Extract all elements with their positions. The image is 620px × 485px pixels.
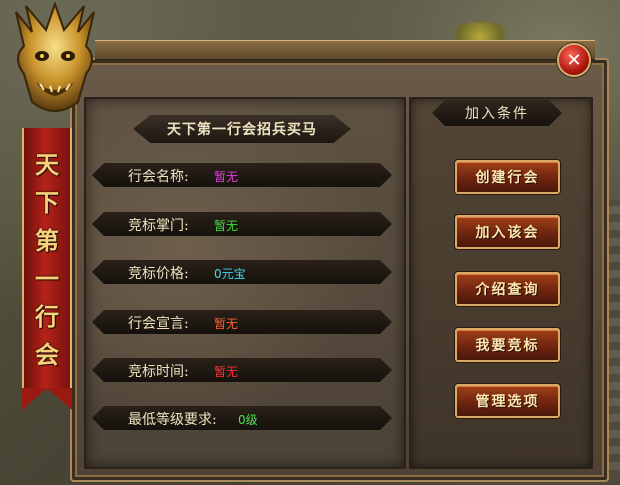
banner-char: 会 — [35, 340, 59, 369]
guild-name-label: 行会名称: — [128, 169, 189, 185]
declaration-label: 行会宣言: — [128, 316, 189, 332]
close-icon: ✕ — [566, 49, 582, 71]
info-row-bid-price: 竞标价格: 0元宝 — [92, 260, 392, 284]
min-level-label: 最低等级要求: — [128, 412, 217, 428]
panel-top-bar — [95, 40, 595, 60]
close-button[interactable]: ✕ — [557, 43, 591, 77]
banner-char: 行 — [35, 302, 59, 331]
recruit-title-plaque: 天下第一行会招兵买马 — [133, 115, 351, 143]
banner-char: 下 — [35, 188, 59, 217]
info-row-bid-time: 竞标时间: 暂无 — [92, 358, 392, 382]
min-level-value: 0级 — [238, 413, 258, 427]
bid-time-value: 暂无 — [214, 365, 239, 379]
bid-price-value: 0元宝 — [214, 267, 246, 281]
bid-time-label: 竞标时间: — [128, 364, 189, 380]
dragon-emblem-icon — [15, 2, 95, 112]
info-query-button[interactable]: 介绍查询 — [455, 272, 560, 306]
banner-char: 天 — [35, 150, 59, 179]
info-row-bid-leader: 竞标掌门: 暂无 — [92, 212, 392, 236]
join-guild-button[interactable]: 加入该会 — [455, 215, 560, 249]
manage-options-button[interactable]: 管理选项 — [455, 384, 560, 418]
join-conditions-heading: 加入条件 — [432, 100, 562, 126]
info-row-min-level: 最低等级要求: 0级 — [92, 406, 392, 430]
declaration-value: 暂无 — [214, 317, 239, 331]
bid-leader-label: 竞标掌门: — [128, 218, 189, 234]
banner-title: 天 下 第 一 行 会 — [22, 150, 72, 370]
create-guild-button[interactable]: 创建行会 — [455, 160, 560, 194]
join-conditions-title: 加入条件 — [465, 106, 529, 122]
bid-button[interactable]: 我要竞标 — [455, 328, 560, 362]
info-row-declaration: 行会宣言: 暂无 — [92, 310, 392, 334]
bid-price-label: 竞标价格: — [128, 266, 189, 282]
info-row-guild-name: 行会名称: 暂无 — [92, 163, 392, 187]
banner-char: 第 — [35, 226, 59, 255]
bid-leader-value: 暂无 — [214, 219, 239, 233]
guild-name-value: 暂无 — [214, 170, 239, 184]
guild-banner-tail — [22, 388, 72, 410]
banner-char: 一 — [35, 264, 59, 293]
recruit-title: 天下第一行会招兵买马 — [167, 122, 317, 138]
